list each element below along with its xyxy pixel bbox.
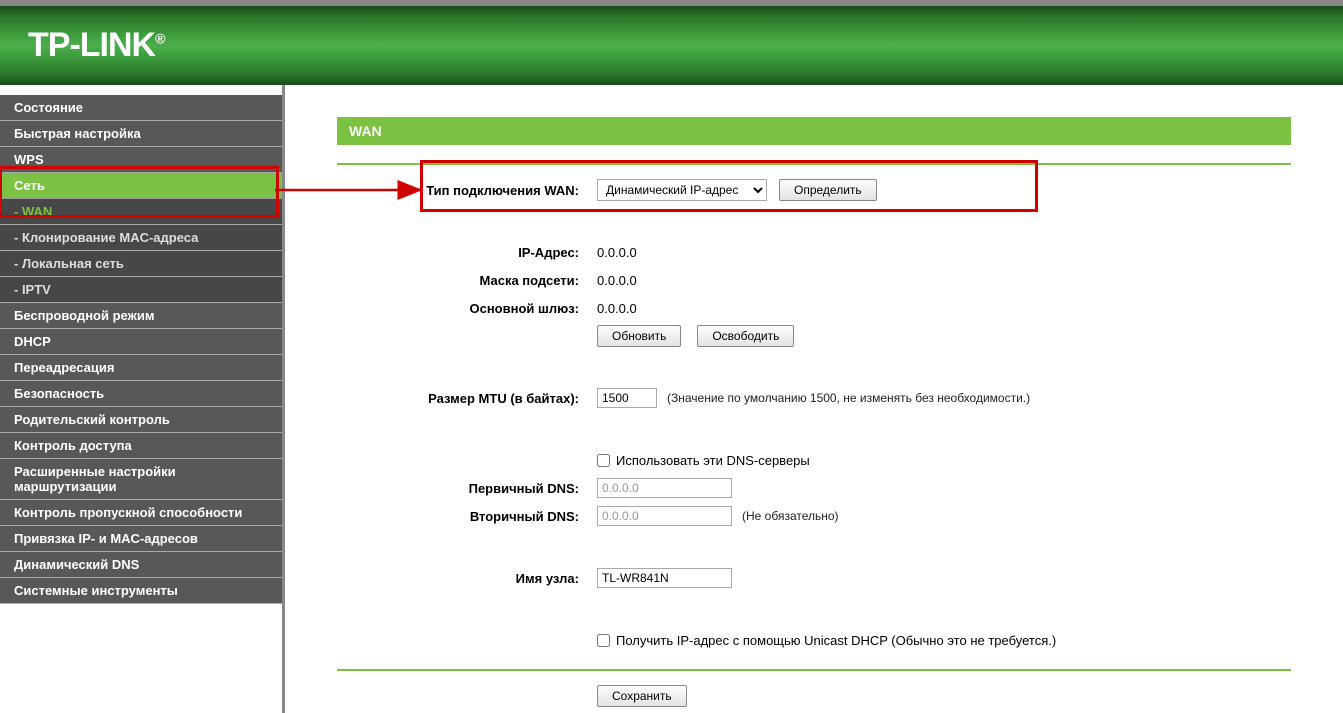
nav-item-5[interactable]: - Клонирование MAC-адреса xyxy=(0,225,282,251)
nav-item-10[interactable]: Переадресация xyxy=(0,355,282,381)
sidebar: СостояниеБыстрая настройкаWPSСеть- WAN- … xyxy=(0,85,282,713)
nav-item-15[interactable]: Контроль пропускной способности xyxy=(0,500,282,526)
divider-bottom xyxy=(337,669,1291,671)
nav-item-9[interactable]: DHCP xyxy=(0,329,282,355)
brand-text: TP-LINK xyxy=(28,26,155,64)
mtu-input[interactable] xyxy=(597,388,657,408)
nav-menu: СостояниеБыстрая настройкаWPSСеть- WAN- … xyxy=(0,95,282,604)
nav-item-12[interactable]: Родительский контроль xyxy=(0,407,282,433)
divider xyxy=(337,163,1291,165)
dns2-input[interactable] xyxy=(597,506,732,526)
nav-item-18[interactable]: Системные инструменты xyxy=(0,578,282,604)
detect-button[interactable]: Определить xyxy=(779,179,877,201)
reg-mark: ® xyxy=(155,31,164,47)
label-mtu: Размер MTU (в байтах): xyxy=(337,391,597,406)
value-gw: 0.0.0.0 xyxy=(597,301,637,316)
label-ip: IP-Адрес: xyxy=(337,245,597,260)
content-area: WAN Тип подключения WAN: Динамический IP… xyxy=(282,85,1343,713)
use-dns-checkbox[interactable] xyxy=(597,454,610,467)
label-unicast: Получить IP-адрес с помощью Unicast DHCP… xyxy=(616,633,1056,648)
value-ip: 0.0.0.0 xyxy=(597,245,637,260)
nav-item-14[interactable]: Расширенные настройки маршрутизации xyxy=(0,459,282,500)
label-gw: Основной шлюз: xyxy=(337,301,597,316)
nav-item-0[interactable]: Состояние xyxy=(0,95,282,121)
page-title: WAN xyxy=(337,117,1291,145)
save-button[interactable]: Сохранить xyxy=(597,685,687,707)
label-host: Имя узла: xyxy=(337,571,597,586)
unicast-checkbox[interactable] xyxy=(597,634,610,647)
header: TP-LINK® xyxy=(0,0,1343,85)
label-conn-type: Тип подключения WAN: xyxy=(337,183,597,198)
nav-item-7[interactable]: - IPTV xyxy=(0,277,282,303)
nav-item-16[interactable]: Привязка IP- и MAC-адресов xyxy=(0,526,282,552)
nav-item-1[interactable]: Быстрая настройка xyxy=(0,121,282,147)
wan-conn-type-select[interactable]: Динамический IP-адрес xyxy=(597,179,767,201)
label-dns2: Вторичный DNS: xyxy=(337,509,597,524)
nav-item-3[interactable]: Сеть xyxy=(0,173,282,199)
nav-item-17[interactable]: Динамический DNS xyxy=(0,552,282,578)
label-mask: Маска подсети: xyxy=(337,273,597,288)
value-mask: 0.0.0.0 xyxy=(597,273,637,288)
hint-mtu: (Значение по умолчанию 1500, не изменять… xyxy=(667,391,1030,405)
host-input[interactable] xyxy=(597,568,732,588)
nav-item-2[interactable]: WPS xyxy=(0,147,282,173)
nav-item-4[interactable]: - WAN xyxy=(0,199,282,225)
nav-item-13[interactable]: Контроль доступа xyxy=(0,433,282,459)
release-button[interactable]: Освободить xyxy=(697,325,794,347)
brand-logo: TP-LINK® xyxy=(28,26,164,65)
dns1-input[interactable] xyxy=(597,478,732,498)
hint-dns2: (Не обязательно) xyxy=(742,509,839,523)
label-dns1: Первичный DNS: xyxy=(337,481,597,496)
renew-button[interactable]: Обновить xyxy=(597,325,681,347)
label-use-dns: Использовать эти DNS-серверы xyxy=(616,453,810,468)
nav-item-6[interactable]: - Локальная сеть xyxy=(0,251,282,277)
nav-item-11[interactable]: Безопасность xyxy=(0,381,282,407)
nav-item-8[interactable]: Беспроводной режим xyxy=(0,303,282,329)
